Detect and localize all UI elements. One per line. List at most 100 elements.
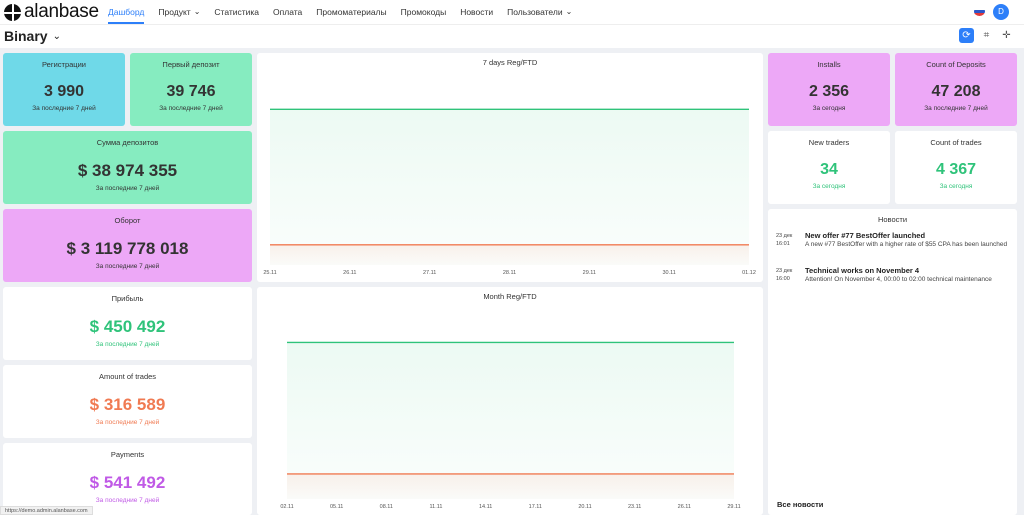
registrations-card: Регистрации 3 990 За последние 7 дней — [3, 53, 125, 126]
card-period: За последние 7 дней — [159, 105, 223, 112]
nav-item-label: Дашборд — [108, 7, 145, 17]
x-tick-label: 30.11 — [662, 270, 675, 276]
card-value: 3 990 — [43, 83, 85, 100]
first-deposit-card: Первый депозит 39 746 За последние 7 дне… — [130, 53, 252, 126]
nav-item-label: Пользователи — [507, 7, 563, 17]
card-period: За последние 7 дней — [95, 497, 160, 504]
nav-item[interactable]: Дашборд — [108, 0, 145, 24]
series-area — [270, 109, 749, 265]
news-date-time: 16:00 — [776, 276, 790, 282]
nav-item[interactable]: Продукт ⌄ — [158, 0, 200, 24]
series-area — [287, 473, 734, 499]
news-date: 23 дек 16:01 — [776, 232, 800, 248]
nav-item-label: Продукт — [158, 7, 191, 17]
move-button[interactable]: ✛ — [999, 28, 1014, 43]
news-date-day: 23 дек — [776, 233, 793, 239]
board-selector[interactable]: Binary ⌄ — [4, 28, 61, 44]
card-period: За сегодня — [812, 105, 846, 112]
chevron-down-icon: ⌄ — [565, 7, 573, 16]
news-date-time: 16:01 — [776, 241, 790, 247]
move-icon: ✛ — [1002, 30, 1011, 41]
weekly-reg-ftd-chart: 7 days Reg/FTD 25.11 26.11 27.11 28.11 29.11… — [257, 53, 763, 282]
refresh-button[interactable]: ⟳ — [959, 28, 974, 43]
x-tick-label: 23.11 — [628, 504, 641, 510]
logo-icon — [4, 3, 21, 21]
card-period: За последние 7 дней — [95, 263, 160, 270]
card-value: 34 — [820, 161, 838, 178]
card-label: Amount of trades — [98, 372, 157, 381]
card-period: За последние 7 дней — [95, 341, 160, 348]
x-tick-label: 02.11 — [280, 504, 293, 510]
card-period: За последние 7 дней — [95, 185, 160, 192]
all-news-link[interactable]: Все новости — [777, 500, 823, 509]
count-of-trades-card: Count of trades 4 367 За сегодня — [895, 131, 1017, 204]
x-tick-label: 11.11 — [430, 504, 443, 510]
card-label: Регистрации — [42, 60, 86, 69]
card-value: 4 367 — [935, 161, 977, 178]
card-label: Первый депозит — [162, 60, 220, 69]
card-period: За последние 7 дней — [32, 105, 96, 112]
top-navigation: alanbase Дашборд Продукт ⌄ Статистика Оплата… — [0, 0, 1024, 24]
news-item[interactable]: 23 дек 16:01 New offer #77 BestOffer lau… — [776, 231, 1014, 256]
card-value: 2 356 — [808, 83, 850, 100]
count-of-deposits-card: Count of Deposits 47 208 За последние 7 … — [895, 53, 1017, 126]
nav-item[interactable]: Оплата — [273, 0, 302, 24]
news-date-day: 23 дек — [776, 268, 793, 274]
language-flag-icon[interactable] — [974, 7, 985, 16]
nav-item[interactable]: Новости — [460, 0, 493, 24]
series-area — [270, 244, 749, 265]
x-tick-label: 08.11 — [380, 504, 393, 510]
card-label: Count of trades — [930, 138, 982, 147]
card-period: За сегодня — [812, 183, 846, 190]
profit-card: Прибыль $ 450 492 За последние 7 дней — [3, 287, 252, 360]
crop-icon: ⌗ — [983, 30, 990, 41]
news-body: A new #77 BestOffer with a higher rate o… — [805, 241, 1008, 248]
card-period: За сегодня — [939, 183, 973, 190]
logo[interactable]: alanbase — [4, 1, 99, 22]
nav-menu: Дашборд Продукт ⌄ Статистика Оплата Промомате… — [108, 0, 586, 24]
nav-item[interactable]: Статистика — [214, 0, 259, 24]
amount-of-trades-card: Amount of trades $ 316 589 За последние … — [3, 365, 252, 438]
avatar[interactable]: D — [993, 4, 1009, 20]
card-label: Оборот — [114, 216, 141, 225]
chevron-down-icon: ⌄ — [193, 7, 201, 16]
status-url: https://demo.admin.alanbase.com — [0, 506, 93, 515]
chart-svg: 25.11 26.11 27.11 28.11 29.11 30.11 01.12 — [263, 108, 756, 276]
card-label: Installs — [817, 60, 841, 69]
monthly-reg-ftd-chart: Month Reg/FTD 02.11 05.11 08.11 11.11 14.11 1… — [257, 287, 763, 515]
news-headline: Technical works on November 4 — [805, 266, 920, 275]
news-headline: New offer #77 BestOffer launched — [805, 231, 926, 240]
card-value: $ 541 492 — [89, 473, 166, 492]
nav-item[interactable]: Промокоды — [401, 0, 447, 24]
nav-item[interactable]: Промоматериалы — [316, 0, 386, 24]
logo-text: alanbase — [24, 1, 99, 22]
nav-item-label: Статистика — [214, 7, 260, 17]
nav-item[interactable]: Пользователи ⌄ — [507, 0, 572, 24]
x-tick-label: 27.11 — [423, 270, 436, 276]
card-label: New traders — [808, 138, 850, 147]
crop-button[interactable]: ⌗ — [979, 28, 994, 43]
card-value: 39 746 — [166, 83, 216, 100]
card-value: $ 450 492 — [89, 317, 166, 336]
x-tick-label: 29.11 — [727, 504, 740, 510]
installs-card: Installs 2 356 За сегодня — [768, 53, 890, 126]
card-period: За последние 7 дней — [924, 105, 988, 112]
board-name: Binary — [4, 28, 48, 44]
new-traders-card: New traders 34 За сегодня — [768, 131, 890, 204]
news-item[interactable]: 23 дек 16:00 Technical works on November… — [776, 266, 1014, 291]
deposit-sum-card: Сумма депозитов $ 38 974 355 За последни… — [3, 131, 252, 204]
x-tick-label: 01.12 — [742, 270, 756, 276]
dashboard-toolbar: Binary ⌄ ⟳ ⌗ ✛ — [0, 24, 1024, 48]
x-tick-label: 05.11 — [330, 504, 343, 510]
x-tick-label: 28.11 — [503, 270, 516, 276]
payments-card: Payments $ 541 492 За последние 7 дней — [3, 443, 252, 515]
card-value: $ 316 589 — [89, 395, 166, 414]
chart-svg: 02.11 05.11 08.11 11.11 14.11 17.11 20.11 23.11… — [280, 341, 741, 510]
card-value: $ 3 119 778 018 — [66, 239, 189, 258]
x-tick-label: 26.11 — [343, 270, 356, 276]
x-tick-label: 25.11 — [263, 270, 276, 276]
news-title: Новости — [877, 215, 908, 224]
card-label: Сумма депозитов — [96, 138, 159, 147]
x-tick-label: 14.11 — [479, 504, 492, 510]
x-tick-label: 26.11 — [678, 504, 691, 510]
